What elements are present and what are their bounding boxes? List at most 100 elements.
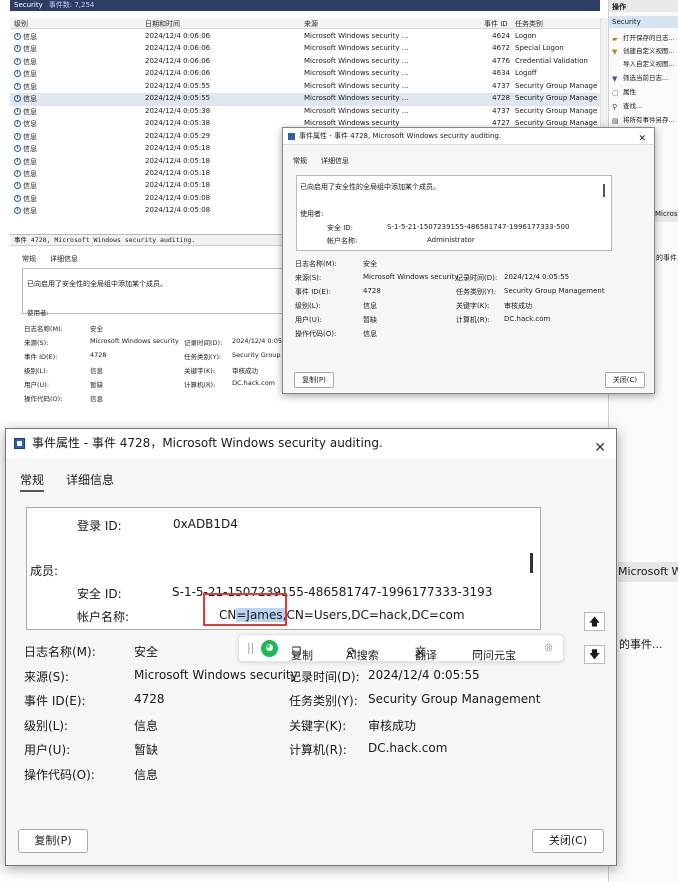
action-properties[interactable]: ▢ 属性 <box>612 86 636 97</box>
cell-level: i 信息 <box>14 206 37 216</box>
cell-date: 2024/12/4 0:06:06 <box>145 32 211 40</box>
info-icon: i <box>14 194 21 202</box>
cell-id: 4672 <box>492 44 510 53</box>
down-arrow-icon[interactable]: 🡇 <box>584 645 605 664</box>
cell-level-text: 信息 <box>23 82 37 91</box>
dialog-small-tab-general[interactable]: 常规 <box>293 156 307 166</box>
prop-label: 计算机(R): <box>184 381 216 389</box>
cell-date: 2024/12/4 0:06:06 <box>145 69 211 78</box>
table-row[interactable]: i 信息 2024/12/4 0:06:06 Microsoft Windows se… <box>10 68 600 80</box>
cell-date: 2024/12/4 0:06:06 <box>145 56 211 65</box>
col-header-task[interactable]: 任务类别 <box>515 19 543 29</box>
cell-source: Microsoft Windows security ... <box>304 69 409 78</box>
action-open-saved-log[interactable]: ▰ 打开保存的日志... <box>612 32 675 43</box>
dialog-small-tab-details[interactable]: 详细信息 <box>321 156 349 166</box>
prop-label: 用户(U): <box>295 316 322 324</box>
copy-button[interactable]: 复制(P) <box>294 372 334 388</box>
box-scrollbar[interactable] <box>603 184 605 197</box>
info-icon: i <box>14 169 21 177</box>
cell-task: Security Group Manage <box>515 119 598 128</box>
prop-value: Microsoft Windows security <box>134 667 298 682</box>
app-icon <box>288 133 295 140</box>
cell-date: 2024/12/4 0:05:18 <box>145 144 211 153</box>
close-icon[interactable]: ✕ <box>594 434 606 463</box>
prop-label: 操作代码(O): <box>295 330 337 338</box>
detail-tab-general[interactable]: 常规 <box>22 254 36 264</box>
col-header-level[interactable]: 级别 <box>14 19 28 29</box>
dialog-large-tab-details[interactable]: 详细信息 <box>66 471 114 488</box>
copy-button[interactable]: 复制(P) <box>18 829 88 853</box>
info-icon: i <box>14 132 21 140</box>
cell-id: 4737 <box>492 81 510 90</box>
filter-icon: ▼ <box>612 48 618 56</box>
cell-level: i 信息 <box>14 144 37 154</box>
cell-date: 2024/12/4 0:05:08 <box>145 193 211 202</box>
table-row[interactable]: i 信息 2024/12/4 0:05:55 Microsoft Windows se… <box>10 93 600 106</box>
prop-label: 关键字(K): <box>184 367 216 375</box>
up-arrow-icon[interactable]: 🡅 <box>584 612 605 631</box>
table-row[interactable]: i 信息 2024/12/4 0:06:06 Microsoft Windows se… <box>10 56 600 68</box>
close-button[interactable]: 关闭(C) <box>532 829 604 853</box>
dialog-large-titlebar[interactable]: 事件属性 - 事件 4728，Microsoft Windows securit… <box>6 429 616 458</box>
side-text-3: Microsoft W <box>618 562 678 582</box>
filter-icon: ▼ <box>612 75 618 83</box>
prop-label: 级别(L): <box>24 367 48 375</box>
cell-level: i 信息 <box>14 82 37 92</box>
prop-label: 关键字(K): <box>289 718 347 733</box>
prop-value: 安全 <box>90 325 103 333</box>
cell-level-text: 信息 <box>23 33 37 41</box>
actions-title: 操作 <box>609 0 678 12</box>
drag-handle-icon[interactable]: || <box>247 641 254 654</box>
actions-section-security[interactable]: Security <box>609 16 678 28</box>
cell-level: i 信息 <box>14 132 37 142</box>
action-create-custom-view[interactable]: ▼ 创建自定义视图... <box>612 45 675 56</box>
member-label: 成员: <box>30 564 59 578</box>
log-header: Security 事件数: 7,254 <box>10 0 600 11</box>
prop-label: 事件 ID(E): <box>24 694 86 708</box>
table-row[interactable]: i 信息 2024/12/4 0:06:06 Microsoft Windows se… <box>10 43 600 55</box>
cell-level: i 信息 <box>14 94 37 104</box>
detail-tab-details[interactable]: 详细信息 <box>50 254 78 264</box>
yuanbao-logo-icon[interactable]: ◕ <box>261 640 278 657</box>
blank-icon <box>612 60 620 67</box>
highlight-box <box>203 593 287 626</box>
event-count: 事件数: 7,254 <box>48 1 95 9</box>
close-button[interactable]: 关闭(C) <box>605 372 645 388</box>
table-row[interactable]: i 信息 2024/12/4 0:05:55 Microsoft Windows se… <box>10 81 600 93</box>
toolbar-close-icon[interactable]: ⊗ <box>544 641 553 654</box>
prop-value: 信息 <box>134 767 159 782</box>
dialog-large-tab-general[interactable]: 常规 <box>20 471 45 492</box>
col-header-date[interactable]: 日期和时间 <box>145 19 180 29</box>
detail-description: 已向启用了安全性的全局组中添加某个成员。 使用者: <box>22 268 322 317</box>
prop-label: 事件 ID(E): <box>295 288 331 296</box>
prop-label: 日志名称(M): <box>24 645 96 659</box>
prop-label: 记录时间(D): <box>456 274 498 282</box>
cell-date: 2024/12/4 0:05:18 <box>145 168 211 177</box>
prop-label: 来源(S): <box>24 669 70 684</box>
col-header-source[interactable]: 来源 <box>304 19 318 29</box>
prop-value: Security Group Management <box>368 692 541 706</box>
action-filter-log[interactable]: ▼ 筛选当前日志... <box>612 72 668 83</box>
cell-level: i 信息 <box>14 194 37 204</box>
table-row[interactable]: i 信息 2024/12/4 0:05:38 Microsoft Windows se… <box>10 106 600 118</box>
cell-level-text: 信息 <box>23 132 37 141</box>
action-import-custom-view[interactable]: 导入自定义视图... <box>612 58 675 68</box>
cell-date: 2024/12/4 0:05:38 <box>145 119 211 128</box>
action-save-all[interactable]: ▤ 将所有事件另存... <box>612 114 675 125</box>
prop-value: 4728 <box>90 351 107 359</box>
action-find[interactable]: ⚲ 查找... <box>612 100 642 111</box>
prop-label: 日志名称(M): <box>24 325 63 333</box>
cell-id: 4727 <box>492 119 510 128</box>
prop-label: 用户(U): <box>24 381 50 389</box>
col-header-id[interactable]: 事件 ID <box>484 19 508 29</box>
prop-value: DC.hack.com <box>368 741 448 755</box>
cell-source: Microsoft Windows security ... <box>304 44 409 53</box>
cell-source: Microsoft Windows security <box>304 119 400 128</box>
close-icon[interactable]: ✕ <box>638 131 646 148</box>
cell-id: 4634 <box>492 69 510 78</box>
info-icon: i <box>14 120 21 128</box>
box-scrollbar[interactable] <box>530 553 533 573</box>
table-row[interactable]: i 信息 2024/12/4 0:06:06 Microsoft Windows se… <box>10 31 600 43</box>
dialog-small-titlebar[interactable]: 事件属性 - 事件 4728, Microsoft Windows securi… <box>283 128 654 145</box>
cell-level: i 信息 <box>14 119 37 129</box>
